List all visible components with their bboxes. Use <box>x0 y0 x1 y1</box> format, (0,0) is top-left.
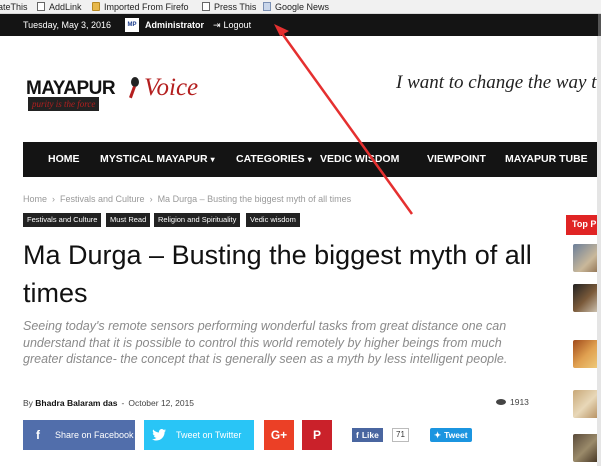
avatar[interactable]: MP <box>125 18 139 32</box>
header-quote: I want to change the way the <box>396 72 601 93</box>
logout-icon: ⇥ <box>213 20 221 30</box>
bookmark-item[interactable]: Google News <box>263 1 329 13</box>
eye-icon <box>496 399 506 405</box>
publish-date: October 12, 2015 <box>128 398 195 408</box>
nav-item-categories[interactable]: CATEGORIES ▾ <box>236 153 312 165</box>
byline-prefix: By <box>23 398 33 408</box>
nav-item-vedic-wisdom[interactable]: VEDIC WISDOM <box>320 153 399 165</box>
logout-link[interactable]: ⇥ Logout <box>213 20 251 31</box>
breadcrumb: Home › Festivals and Culture › Ma Durga – Bu… <box>23 194 351 204</box>
share-gplus-button[interactable]: G+ <box>264 420 294 450</box>
bookmark-label: Press This <box>214 2 257 12</box>
breadcrumb-current: Ma Durga – Busting the biggest myth of a… <box>157 194 352 204</box>
bookmarks-bar: ateThis AddLink Imported From Firefo Pre… <box>0 0 601 14</box>
tweet-label: Tweet <box>444 430 468 440</box>
category-tag[interactable]: Festivals and Culture <box>23 213 102 227</box>
author-link[interactable]: Bhadra Balaram das <box>35 398 117 408</box>
pinterest-icon: P <box>312 428 321 442</box>
nav-item-label: VIEWPOINT <box>427 153 486 165</box>
nav-item-viewpoint[interactable]: VIEWPOINT <box>427 153 486 165</box>
chevron-down-icon: ▾ <box>307 155 312 164</box>
scrollbar[interactable] <box>597 36 601 466</box>
divider <box>566 233 601 235</box>
breadcrumb-category[interactable]: Festivals and Culture <box>60 194 145 204</box>
byline: By Bhadra Balaram das - October 12, 2015 <box>23 398 194 408</box>
facebook-like-label: Like <box>361 430 379 440</box>
folder-icon <box>92 2 100 11</box>
microphone-icon <box>129 77 139 99</box>
nav-item-label: MYSTICAL MAYAPUR <box>100 153 208 165</box>
nav-item-label: VEDIC WISDOM <box>320 153 400 165</box>
bookmark-item[interactable]: AddLink <box>37 1 82 13</box>
user-link[interactable]: Administrator <box>145 20 204 30</box>
nav-item-home[interactable]: HOME <box>48 153 80 165</box>
share-twitter-button[interactable]: Tweet on Twitter <box>144 420 254 450</box>
view-count: 1913 <box>496 397 529 407</box>
byline-separator: - <box>121 398 125 408</box>
chevron-right-icon: › <box>149 194 153 204</box>
share-facebook-label: Share on Facebook <box>55 430 134 440</box>
bookmark-label: Imported From Firefo <box>104 2 189 12</box>
view-count-value: 1913 <box>510 397 529 407</box>
facebook-icon: f <box>23 420 53 450</box>
sidebar-heading: Top P <box>566 215 601 233</box>
share-pinterest-button[interactable]: P <box>302 420 332 450</box>
bookmark-label: AddLink <box>49 2 82 12</box>
bookmark-label: Google News <box>275 2 330 12</box>
top-bar: Tuesday, May 3, 2016 MP Administrator ⇥ L… <box>0 14 601 36</box>
site-logo[interactable]: MAYAPUR Voice purity is the force <box>26 74 206 111</box>
logo-name-part2: Voice <box>144 74 199 101</box>
facebook-like-count: 71 <box>392 428 409 442</box>
nav-item-mystical-mayapur[interactable]: MYSTICAL MAYAPUR ▾ <box>100 153 215 165</box>
category-tag[interactable]: Religion and Spirituality <box>154 213 241 227</box>
nav-item-label: CATEGORIES <box>236 153 305 165</box>
chevron-right-icon: › <box>52 194 56 204</box>
nav-item-label: MAYAPUR TUBE <box>505 153 588 165</box>
page-title: Ma Durga – Busting the biggest myth of a… <box>23 240 532 308</box>
main-nav: HOME MYSTICAL MAYAPUR ▾ CATEGORIES ▾ VEDIC… <box>23 142 601 177</box>
twitter-icon: ✦ <box>434 430 442 440</box>
nav-item-label: HOME <box>48 153 80 165</box>
news-icon <box>263 2 271 11</box>
bookmark-item[interactable]: ateThis <box>0 1 28 13</box>
nav-item-mayapur-tube[interactable]: MAYAPUR TUBE <box>505 153 588 165</box>
article-subtitle: Seeing today's remote sensors performing… <box>23 319 508 366</box>
breadcrumb-home[interactable]: Home <box>23 194 47 204</box>
share-twitter-label: Tweet on Twitter <box>176 430 242 440</box>
current-date: Tuesday, May 3, 2016 <box>23 20 112 30</box>
facebook-icon: f <box>356 430 359 440</box>
twitter-icon <box>144 420 174 450</box>
logout-label: Logout <box>223 20 252 30</box>
facebook-like-button[interactable]: f Like <box>352 428 383 442</box>
bookmark-label: ateThis <box>0 2 28 12</box>
category-tag[interactable]: Must Read <box>106 213 151 227</box>
logo-tagline: purity is the force <box>28 97 100 111</box>
bookmark-item[interactable]: Press This <box>202 1 256 13</box>
category-tag[interactable]: Vedic wisdom <box>246 213 300 227</box>
chevron-down-icon: ▾ <box>210 155 215 164</box>
page-icon <box>202 2 210 11</box>
page-icon <box>37 2 45 11</box>
bookmark-folder[interactable]: Imported From Firefo <box>92 1 189 13</box>
tweet-button[interactable]: ✦ Tweet <box>430 428 472 442</box>
share-facebook-button[interactable]: f Share on Facebook <box>23 420 135 450</box>
google-plus-icon: G+ <box>270 428 288 442</box>
